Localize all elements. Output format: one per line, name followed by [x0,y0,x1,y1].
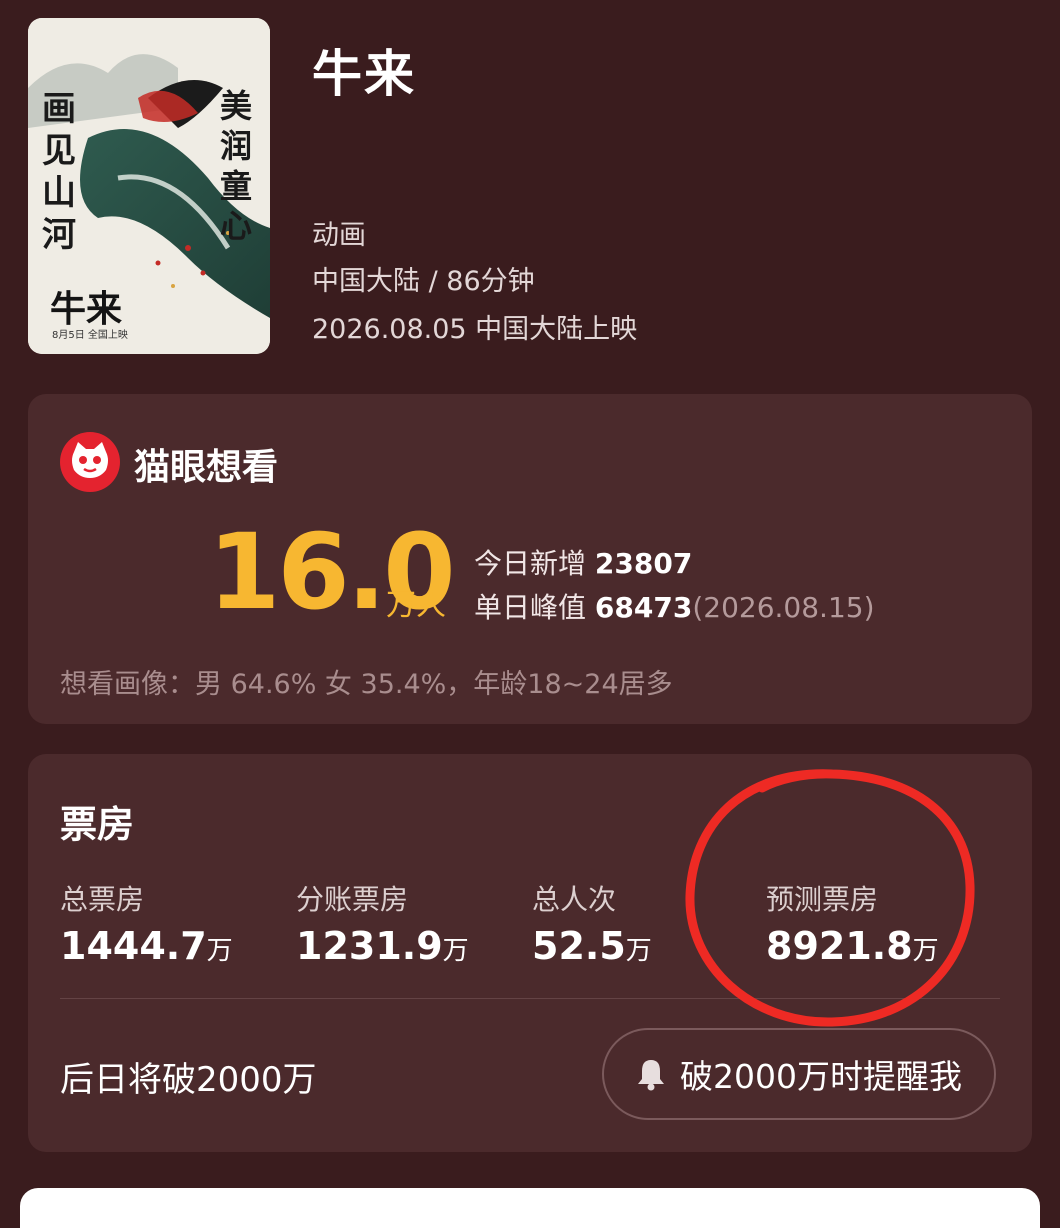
metric-value: 1444.7 [60,924,207,968]
metric-value: 52.5 [532,924,626,968]
remind-me-button[interactable]: 破2000万时提醒我 [602,1028,996,1120]
poster-left-text: 画见山河 [42,89,76,255]
wish-daily-peak: 单日峰值 68473(2026.08.15) [474,586,875,626]
metric-value: 8921.8 [766,924,913,968]
metric-total-boxoffice[interactable]: 总票房 1444.7万 [60,878,233,968]
movie-poster[interactable]: 画见山河 美润童心 牛来 8月5日 全国上映 [28,18,270,354]
metric-unit: 万 [442,936,469,966]
wish-title: 猫眼想看 [134,447,279,488]
peak-label: 单日峰值 [474,591,587,624]
metric-unit: 万 [912,936,939,966]
wish-count-unit: 万人 [386,588,446,623]
metric-label: 总人次 [532,883,617,916]
bell-icon [638,1060,664,1091]
boxoffice-card: 票房 总票房 1444.7万 分账票房 1231.9万 总人次 52.5万 预测… [28,754,1032,1152]
peak-value: 68473 [594,591,693,624]
movie-genre: 动画 [312,220,366,251]
metric-unit: 万 [625,936,652,966]
movie-release-date: 2026.08.05 中国大陆上映 [312,314,638,345]
movie-title: 牛来 [312,45,416,103]
remind-label: 破2000万时提醒我 [680,1057,962,1096]
poster-right-text: 美润童心 [220,87,253,245]
metric-label: 总票房 [60,883,145,916]
metric-label: 预测票房 [766,883,879,916]
today-label: 今日新增 [474,547,587,580]
boxoffice-title: 票房 [60,803,134,846]
metric-split-boxoffice[interactable]: 分账票房 1231.9万 [296,878,469,968]
poster-title: 牛来 [50,288,123,330]
wish-portrait: 想看画像：男 64.6% 女 35.4%，年龄18~24居多 [60,669,673,700]
movie-region-duration: 中国大陆 / 86分钟 [312,266,535,297]
metric-value: 1231.9 [296,924,443,968]
wish-today-increase: 今日新增 23807 [474,542,692,582]
metric-label: 分账票房 [296,883,409,916]
metric-forecast-boxoffice[interactable]: 预测票房 8921.8万 [766,878,939,968]
bottom-sheet-edge [20,1188,1040,1228]
metric-unit: 万 [206,936,233,966]
today-value: 23807 [594,547,693,580]
wish-card: 猫眼想看 16.0 万人 今日新增 23807 单日峰值 68473(2026.… [28,394,1032,724]
metric-total-admissions[interactable]: 总人次 52.5万 [532,878,652,968]
peak-date: (2026.08.15) [692,591,875,624]
forecast-text: 后日将破2000万 [60,1060,317,1100]
maoyan-cat-icon [60,432,120,492]
divider [60,998,1000,999]
poster-date-line: 8月5日 全国上映 [52,330,128,341]
